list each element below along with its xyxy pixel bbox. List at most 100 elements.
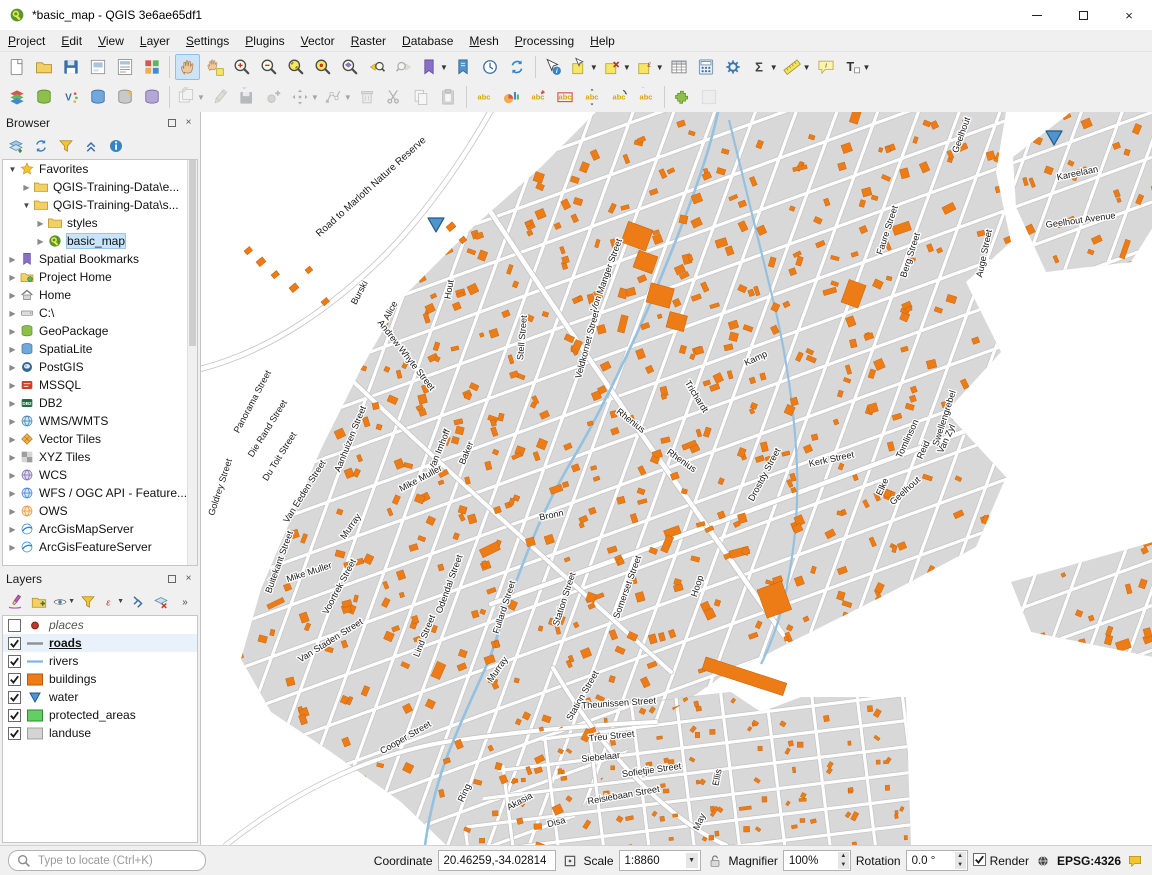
- locate-search-input[interactable]: Type to locate (Ctrl+K): [8, 850, 206, 871]
- layer-labeling-button[interactable]: abc: [472, 84, 497, 110]
- chevron-down-icon[interactable]: ▼: [6, 165, 19, 174]
- chevron-right-icon[interactable]: ▶: [20, 183, 33, 192]
- menu-settings[interactable]: Settings: [178, 31, 237, 51]
- chevron-right-icon[interactable]: ▶: [6, 543, 19, 552]
- layer-visibility-checkbox[interactable]: [8, 637, 21, 650]
- chevron-right-icon[interactable]: ▶: [6, 273, 19, 282]
- magnifier-spinner[interactable]: 100%▲▼: [783, 850, 851, 871]
- chevron-right-icon[interactable]: ▶: [34, 219, 47, 228]
- chevron-right-icon[interactable]: ▶: [6, 471, 19, 480]
- new-bookmark-button[interactable]: ▼: [418, 54, 449, 80]
- save-project-button[interactable]: [58, 54, 83, 80]
- chevron-right-icon[interactable]: ▶: [6, 507, 19, 516]
- float-panel-icon[interactable]: [166, 117, 177, 128]
- close-button[interactable]: ×: [1106, 0, 1152, 30]
- browser-scrollbar[interactable]: [187, 160, 197, 565]
- change-label-button[interactable]: abc: [634, 84, 659, 110]
- new-scratch-layer-button[interactable]: [112, 84, 137, 110]
- pan-to-selection-button[interactable]: [202, 54, 227, 80]
- menu-help[interactable]: Help: [582, 31, 623, 51]
- layer-visibility-checkbox[interactable]: [8, 727, 21, 740]
- chevron-right-icon[interactable]: ▶: [6, 399, 19, 408]
- field-calculator-button[interactable]: [694, 54, 719, 80]
- menu-database[interactable]: Database: [394, 31, 461, 51]
- menu-processing[interactable]: Processing: [507, 31, 582, 51]
- layer-visibility-checkbox[interactable]: [8, 619, 21, 632]
- map-canvas[interactable]: Road to Marloth Nature ReserveGeelhoutKa…: [201, 112, 1152, 845]
- browser-item-favorites[interactable]: ▼Favorites: [3, 160, 197, 178]
- plugin-button[interactable]: [670, 84, 695, 110]
- zoom-last-button[interactable]: [364, 54, 389, 80]
- browser-item-c-[interactable]: ▶C:\: [3, 304, 197, 322]
- browser-item-vector-tiles[interactable]: ▶Vector Tiles: [3, 430, 197, 448]
- float-panel-icon[interactable]: [166, 573, 177, 584]
- coordinate-input[interactable]: 20.46259,-34.02814: [438, 850, 556, 871]
- refresh-browser-button[interactable]: [29, 134, 52, 157]
- open-layer-styling-button[interactable]: [4, 590, 26, 613]
- layer-visibility-checkbox[interactable]: [8, 709, 21, 722]
- browser-item-styles[interactable]: ▶styles: [3, 214, 197, 232]
- zoom-full-button[interactable]: [283, 54, 308, 80]
- zoom-out-button[interactable]: [256, 54, 281, 80]
- browser-item-home[interactable]: ▶Home: [3, 286, 197, 304]
- layer-item-landuse[interactable]: landuse: [3, 724, 197, 742]
- lock-scale-icon[interactable]: [706, 852, 724, 870]
- browser-item-wfs-ogc-api-feature-[interactable]: ▶WFS / OGC API - Feature...: [3, 484, 197, 502]
- panel-overflow-chevron[interactable]: »: [174, 590, 196, 613]
- show-bookmarks-button[interactable]: [451, 54, 476, 80]
- menu-view[interactable]: View: [90, 31, 132, 51]
- minimize-button[interactable]: [1014, 0, 1060, 30]
- chevron-right-icon[interactable]: ▶: [6, 435, 19, 444]
- manage-map-themes-button[interactable]: ▼: [52, 590, 75, 613]
- menu-mesh[interactable]: Mesh: [461, 31, 506, 51]
- pin-labels-button[interactable]: abc: [526, 84, 551, 110]
- scale-combo[interactable]: 1:8860▼: [619, 850, 701, 871]
- select-by-expression-button[interactable]: ε▼: [634, 54, 665, 80]
- menu-layer[interactable]: Layer: [132, 31, 178, 51]
- statistics-button[interactable]: Σ▼: [748, 54, 779, 80]
- refresh-map-button[interactable]: [505, 54, 530, 80]
- collapse-all-button[interactable]: [79, 134, 102, 157]
- browser-item-arcgismapserver[interactable]: ▶ArcGisMapServer: [3, 520, 197, 538]
- open-project-button[interactable]: [31, 54, 56, 80]
- render-checkbox[interactable]: Render: [973, 853, 1029, 869]
- menu-vector[interactable]: Vector: [293, 31, 343, 51]
- new-project-button[interactable]: [4, 54, 29, 80]
- filter-by-expression-button[interactable]: ε▼: [101, 590, 124, 613]
- chevron-right-icon[interactable]: ▶: [6, 453, 19, 462]
- browser-item-wms-wmts[interactable]: ▶WMS/WMTS: [3, 412, 197, 430]
- extent-toggle-icon[interactable]: [561, 852, 579, 870]
- close-panel-icon[interactable]: ×: [183, 573, 194, 584]
- rotation-spinner[interactable]: 0.0 °▲▼: [906, 850, 968, 871]
- chevron-right-icon[interactable]: ▶: [6, 417, 19, 426]
- menu-plugins[interactable]: Plugins: [237, 31, 292, 51]
- style-manager-button[interactable]: [139, 54, 164, 80]
- chevron-right-icon[interactable]: ▶: [6, 381, 19, 390]
- move-label-button[interactable]: abc: [580, 84, 605, 110]
- close-panel-icon[interactable]: ×: [183, 117, 194, 128]
- rotate-label-button[interactable]: abc: [607, 84, 632, 110]
- zoom-to-selection-button[interactable]: [310, 54, 335, 80]
- layer-item-protected_areas[interactable]: protected_areas: [3, 706, 197, 724]
- messages-icon[interactable]: [1126, 852, 1144, 870]
- remove-layer-button[interactable]: [150, 590, 172, 613]
- add-group-button[interactable]: [28, 590, 50, 613]
- new-virtual-layer-button[interactable]: [139, 84, 164, 110]
- open-attribute-table-button[interactable]: [667, 54, 692, 80]
- chevron-right-icon[interactable]: ▶: [6, 255, 19, 264]
- layer-visibility-checkbox[interactable]: [8, 673, 21, 686]
- browser-item-ows[interactable]: ▶OWS: [3, 502, 197, 520]
- layer-item-places[interactable]: places: [3, 616, 197, 634]
- maximize-button[interactable]: [1060, 0, 1106, 30]
- browser-item-basic-map[interactable]: ▶basic_map: [3, 232, 197, 250]
- pan-map-button[interactable]: [175, 54, 200, 80]
- chevron-right-icon[interactable]: ▶: [6, 525, 19, 534]
- chevron-down-icon[interactable]: ▼: [20, 201, 33, 210]
- highlight-labels-button[interactable]: abc: [553, 84, 578, 110]
- browser-item-postgis[interactable]: ▶PostGIS: [3, 358, 197, 376]
- zoom-to-layer-button[interactable]: [337, 54, 362, 80]
- menu-edit[interactable]: Edit: [53, 31, 90, 51]
- menu-raster[interactable]: Raster: [343, 31, 394, 51]
- expand-all-layers-button[interactable]: [126, 590, 148, 613]
- new-geopackage-button[interactable]: [31, 84, 56, 110]
